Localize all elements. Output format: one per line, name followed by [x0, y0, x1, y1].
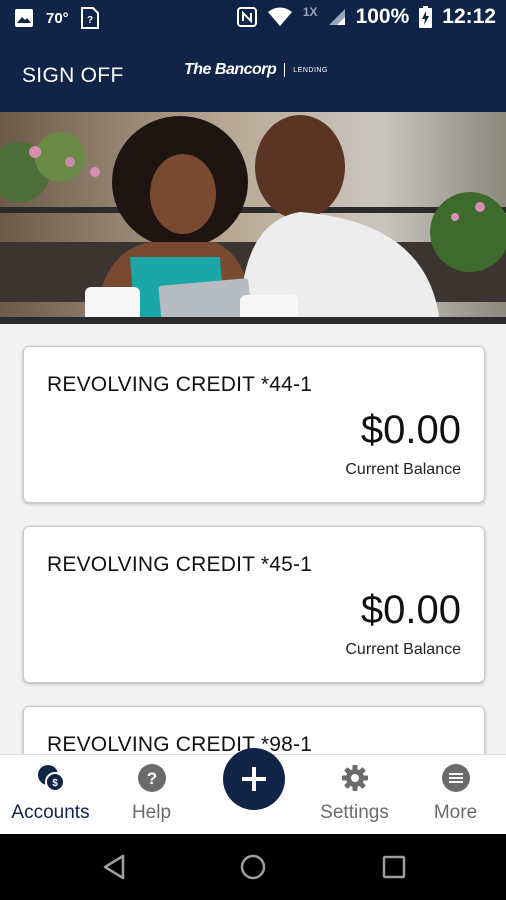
- add-button[interactable]: [223, 748, 285, 810]
- svg-text:$: $: [52, 778, 58, 789]
- cell-signal-icon: [328, 9, 345, 25]
- wifi-icon: [267, 7, 292, 26]
- battery-percent: 100%: [355, 5, 410, 28]
- status-bar: 70° ? 1X 100% 12:12: [0, 0, 506, 36]
- balance-label: Current Balance: [345, 461, 461, 478]
- nav-more[interactable]: More: [405, 755, 506, 835]
- logo-subtext: LENDING: [293, 66, 328, 74]
- bottom-navigation: $ Accounts ? Help Settings More: [0, 748, 506, 835]
- gear-icon: [341, 765, 368, 791]
- app-header: SIGN OFF The Bancorp LENDING: [0, 36, 506, 112]
- account-card[interactable]: REVOLVING CREDIT *45-1 $0.00 Current Bal…: [23, 526, 485, 683]
- nfc-icon: [236, 7, 257, 27]
- account-card[interactable]: REVOLVING CREDIT *98-1: [23, 706, 485, 754]
- help-icon: ?: [137, 764, 166, 792]
- back-icon[interactable]: [101, 854, 127, 880]
- hero-image: [0, 112, 506, 324]
- account-balance: $0.00: [360, 408, 461, 452]
- temperature-text: 70°: [46, 9, 69, 27]
- bancorp-logo: The Bancorp LENDING: [184, 61, 328, 79]
- home-icon[interactable]: [240, 854, 266, 880]
- image-icon: [15, 9, 33, 27]
- sim-card-icon: ?: [80, 7, 99, 29]
- signal-type-text: 1X: [302, 5, 318, 19]
- account-name: REVOLVING CREDIT *45-1: [47, 553, 313, 576]
- nav-more-label: More: [433, 802, 478, 823]
- nav-help[interactable]: ? Help: [101, 755, 202, 835]
- accounts-list[interactable]: REVOLVING CREDIT *44-1 $0.00 Current Bal…: [0, 324, 506, 754]
- battery-charging-icon: [419, 6, 433, 28]
- account-name: REVOLVING CREDIT *98-1: [47, 733, 313, 754]
- nav-settings-label: Settings: [320, 802, 389, 823]
- svg-text:?: ?: [87, 15, 93, 26]
- svg-text:?: ?: [146, 769, 156, 788]
- nav-accounts-label: Accounts: [11, 802, 90, 823]
- recent-apps-icon[interactable]: [382, 855, 406, 879]
- nav-help-label: Help: [131, 802, 172, 823]
- logo-text: The Bancorp: [184, 61, 277, 78]
- accounts-icon: $: [37, 765, 65, 792]
- account-name: REVOLVING CREDIT *44-1: [47, 373, 313, 396]
- account-balance: $0.00: [360, 588, 461, 632]
- plus-icon: [242, 767, 266, 791]
- nav-settings[interactable]: Settings: [304, 755, 405, 835]
- system-navigation-bar: [0, 834, 506, 900]
- logo-divider: [284, 63, 286, 77]
- account-card[interactable]: REVOLVING CREDIT *44-1 $0.00 Current Bal…: [23, 346, 485, 503]
- sign-off-button[interactable]: SIGN OFF: [22, 64, 124, 88]
- hero-photo: [0, 112, 506, 324]
- clock-text: 12:12: [442, 5, 496, 28]
- nav-accounts[interactable]: $ Accounts: [0, 755, 101, 835]
- balance-label: Current Balance: [345, 641, 461, 658]
- menu-icon: [441, 764, 470, 792]
